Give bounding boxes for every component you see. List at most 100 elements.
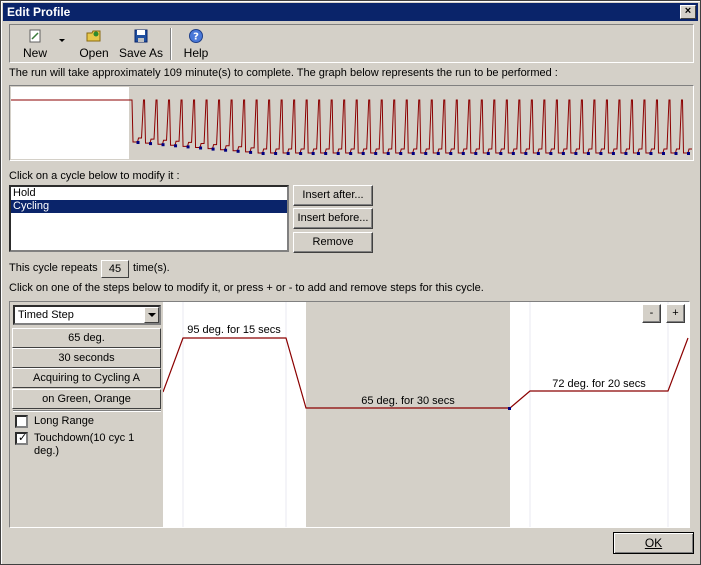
acquire-marker — [374, 152, 378, 155]
step-profile-plot: 95 deg. for 15 secs 65 deg. for 30 secs … — [163, 302, 689, 527]
acquire-marker — [586, 152, 590, 155]
acquire-marker — [674, 152, 678, 155]
acquire-marker — [511, 152, 515, 155]
acquire-marker — [249, 150, 253, 154]
open-label: Open — [79, 46, 109, 60]
step-graph[interactable]: 95 deg. for 15 secs 65 deg. for 30 secs … — [163, 301, 690, 528]
acquire-marker — [687, 152, 690, 155]
acquire-marker — [386, 152, 390, 155]
panel-divider — [13, 410, 161, 412]
acquire-marker — [549, 152, 553, 155]
acquire-marker — [211, 147, 215, 151]
acquire-marker — [449, 152, 453, 155]
acquire-marker — [361, 152, 365, 155]
acquire-marker — [199, 146, 203, 150]
step-editor-panel: Timed Step 65 deg. 30 seconds Acquiring … — [9, 301, 164, 528]
acquire-marker — [508, 407, 511, 410]
acquire-marker — [561, 152, 565, 155]
acquire-marker — [636, 152, 640, 155]
acquire-marker — [261, 152, 265, 155]
repeat-prefix: This cycle repeats — [9, 262, 98, 274]
run-overview-plot — [11, 99, 692, 155]
acquire-marker — [624, 152, 628, 155]
acquire-marker — [299, 152, 303, 155]
acquire-marker — [349, 152, 353, 155]
acquire-marker — [411, 152, 415, 155]
acquire-marker — [474, 152, 478, 155]
duration-button[interactable]: 30 seconds — [12, 348, 161, 368]
step-type-select[interactable]: Timed Step — [13, 305, 161, 325]
acquire-marker — [161, 143, 165, 147]
new-button[interactable]: New — [16, 27, 54, 61]
acquire-marker — [486, 152, 490, 155]
acquire-marker — [611, 152, 615, 155]
acquire-marker — [524, 152, 528, 155]
steps-prompt: Click on one of the steps below to modif… — [9, 282, 484, 294]
acquire-marker — [574, 152, 578, 155]
acquire-marker — [149, 142, 153, 146]
acquire-marker — [274, 152, 278, 155]
temperature-button[interactable]: 65 deg. — [12, 328, 161, 348]
step-1-label[interactable]: 95 deg. for 15 secs — [187, 324, 281, 336]
title-bar: Edit Profile × — [3, 3, 698, 21]
acquire-marker — [311, 152, 315, 155]
open-folder-icon — [86, 30, 101, 42]
acquire-marker — [649, 152, 653, 155]
new-dropdown-arrow-icon[interactable] — [59, 39, 65, 42]
touchdown-label: Touchdown(10 cyc 1 deg.) — [34, 432, 135, 457]
long-range-checkbox[interactable] — [15, 415, 28, 428]
acquire-marker — [136, 141, 140, 144]
acquire-marker — [499, 152, 503, 155]
acquire-marker — [324, 152, 328, 155]
remove-button[interactable]: Remove — [293, 232, 373, 253]
acquire-marker — [186, 145, 190, 149]
remove-step-button[interactable]: - — [642, 304, 661, 323]
save-as-button[interactable]: Save As — [118, 27, 164, 61]
help-button[interactable]: ? Help — [178, 27, 214, 61]
checkmark-icon: ✓ — [18, 432, 28, 444]
insert-before-button[interactable]: Insert before... — [293, 208, 373, 229]
step-type-value: Timed Step — [18, 309, 74, 321]
ok-button[interactable]: OK — [613, 532, 694, 554]
step-2-label[interactable]: 65 deg. for 30 secs — [361, 395, 455, 407]
acquire-marker — [424, 152, 428, 155]
selected-step-highlight — [306, 302, 510, 527]
acquire-marker — [236, 149, 240, 153]
repeat-suffix: time(s). — [133, 262, 170, 274]
edit-profile-dialog: Edit Profile × New Open Save As ? Help T… — [0, 0, 701, 565]
new-document-icon — [29, 29, 41, 43]
acquire-marker — [661, 152, 665, 155]
acquiring-button[interactable]: Acquiring to Cycling A — [12, 368, 161, 388]
channels-button[interactable]: on Green, Orange — [12, 389, 161, 409]
new-label: New — [22, 46, 47, 60]
ok-label: OK — [644, 536, 663, 550]
step-3-label[interactable]: 72 deg. for 20 secs — [552, 378, 646, 390]
touchdown-checkbox[interactable]: ✓ — [15, 432, 28, 445]
long-range-label: Long Range — [34, 415, 94, 427]
run-info-text: The run will take approximately 109 minu… — [9, 67, 558, 79]
insert-after-button[interactable]: Insert after... — [293, 185, 373, 206]
run-profile-line — [11, 99, 692, 154]
acquire-marker — [286, 152, 290, 155]
open-button[interactable]: Open — [76, 27, 112, 61]
acquire-marker — [224, 148, 228, 152]
svg-text:?: ? — [193, 32, 199, 43]
add-step-button[interactable]: + — [666, 304, 685, 323]
close-button[interactable]: × — [680, 5, 696, 19]
acquire-marker — [336, 152, 340, 155]
cycle-list[interactable]: Hold Cycling — [9, 185, 289, 252]
repeat-count-field[interactable]: 45 — [101, 260, 129, 278]
toolbar: New Open Save As ? Help — [9, 24, 694, 63]
acquire-marker — [599, 152, 603, 155]
chevron-down-icon — [148, 313, 156, 317]
toolbar-separator — [170, 28, 172, 60]
acquire-marker — [174, 144, 178, 148]
floppy-disk-icon — [134, 29, 148, 43]
acquire-marker — [461, 152, 465, 155]
window-title: Edit Profile — [7, 5, 71, 19]
cycle-item-hold[interactable]: Hold — [11, 187, 287, 200]
close-icon: × — [684, 5, 692, 17]
cycle-item-cycling[interactable]: Cycling — [11, 200, 287, 213]
help-label: Help — [183, 46, 209, 60]
step-type-dropdown-button[interactable] — [144, 307, 159, 323]
